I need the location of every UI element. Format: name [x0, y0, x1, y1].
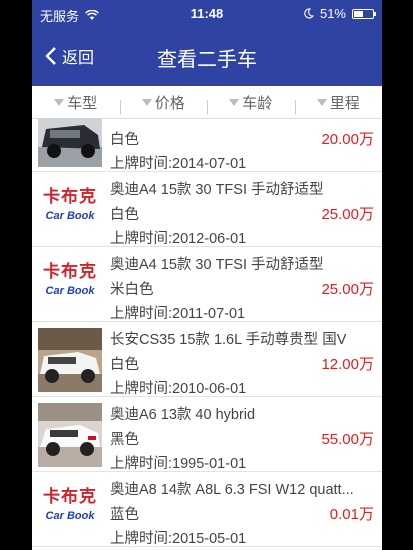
filter-label: 里程 [329, 94, 360, 112]
filter-price[interactable]: 价格 [119, 92, 208, 114]
car-reg-date: 上牌时间:2010-06-01 [110, 381, 247, 397]
car-list-item[interactable]: 卡布克 Car Book 奥迪A4 15款 30 TFSI 手动舒适型 白色 2… [32, 172, 382, 247]
car-photo [38, 403, 102, 467]
car-list-item[interactable]: 卡布克 Car Book 奥迪A8 14款 A8L 6.3 FSI W12 qu… [32, 472, 382, 547]
status-bar: 无服务 11:48 51% [32, 0, 382, 26]
carbook-logo: 卡布克 Car Book [38, 262, 102, 308]
logo-cn: 卡布克 [43, 262, 97, 281]
logo-cn: 卡布克 [43, 487, 97, 506]
dropdown-triangle-icon [316, 98, 327, 106]
car-thumbnail [38, 118, 102, 167]
header: 无服务 11:48 51% 返回 查看二手车 [32, 0, 382, 86]
car-list-item[interactable]: 奥迪A6 13款 40 hybrid 黑色 55.00万 上牌时间:1995-0… [32, 397, 382, 472]
car-price: 12.00万 [321, 356, 374, 373]
filter-label: 价格 [154, 94, 185, 112]
car-thumbnail [38, 328, 102, 392]
car-price: 55.00万 [321, 431, 374, 448]
car-photo [38, 328, 102, 392]
filter-age[interactable]: 车龄 [207, 92, 295, 114]
nav-bar: 返回 查看二手车 [32, 26, 382, 86]
car-price: 25.00万 [321, 206, 374, 223]
car-name: 长安CS35 15款 1.6L 手动尊贵型 国V [110, 332, 347, 348]
app-screen: 无服务 11:48 51% 返回 查看二手车 车型 价格 车龄 里程 白色 20… [32, 0, 382, 550]
moon-icon [304, 8, 314, 19]
car-price: 0.01万 [329, 506, 374, 523]
battery-percent: 51% [319, 6, 346, 21]
car-reg-date: 上牌时间:2011-07-01 [110, 306, 246, 322]
car-price: 20.00万 [321, 131, 374, 148]
car-price: 25.00万 [321, 281, 374, 298]
car-reg-date: 上牌时间:2012-06-01 [110, 231, 247, 247]
filter-bar: 车型 价格 车龄 里程 [32, 86, 382, 119]
car-reg-date: 上牌时间:2015-05-01 [110, 531, 247, 547]
car-list: 白色 20.00万 上牌时间:2014-07-01 卡布克 Car Book 奥… [32, 118, 382, 550]
car-thumbnail [38, 403, 102, 467]
logo-cn: 卡布克 [43, 187, 97, 206]
dropdown-triangle-icon [229, 98, 240, 106]
logo-en: Car Book [45, 285, 95, 297]
status-right: 51% [303, 6, 376, 21]
battery-icon [352, 8, 376, 19]
page-title: 查看二手车 [157, 49, 257, 71]
car-name: 奥迪A6 13款 40 hybrid [110, 407, 256, 423]
logo-en: Car Book [45, 210, 95, 222]
car-name: 奥迪A8 14款 A8L 6.3 FSI W12 quatt... [110, 482, 354, 498]
logo-en: Car Book [45, 510, 95, 522]
carbook-logo: 卡布克 Car Book [38, 487, 102, 533]
car-list-item[interactable]: 白色 20.00万 上牌时间:2014-07-01 [32, 118, 382, 172]
filter-label: 车型 [67, 94, 98, 112]
car-list-item[interactable]: 长安CS35 15款 1.6L 手动尊贵型 国V 白色 12.00万 上牌时间:… [32, 322, 382, 397]
car-name: 奥迪A4 15款 30 TFSI 手动舒适型 [110, 257, 324, 273]
filter-mileage[interactable]: 里程 [294, 92, 383, 114]
car-reg-date: 上牌时间:2014-07-01 [110, 156, 247, 172]
car-reg-date: 上牌时间:1995-01-01 [110, 456, 247, 472]
dropdown-triangle-icon [141, 98, 152, 106]
car-photo [38, 118, 102, 167]
battery-fill [354, 10, 364, 17]
carbook-logo: 卡布克 Car Book [38, 187, 102, 233]
filter-label: 车龄 [242, 94, 273, 112]
car-name: 奥迪A4 15款 30 TFSI 手动舒适型 [110, 182, 324, 198]
filter-model[interactable]: 车型 [32, 92, 120, 113]
dropdown-triangle-icon [54, 98, 65, 106]
car-list-item[interactable]: 卡布克 Car Book 奥迪A4 15款 30 TFSI 手动舒适型 米白色 … [32, 247, 382, 322]
